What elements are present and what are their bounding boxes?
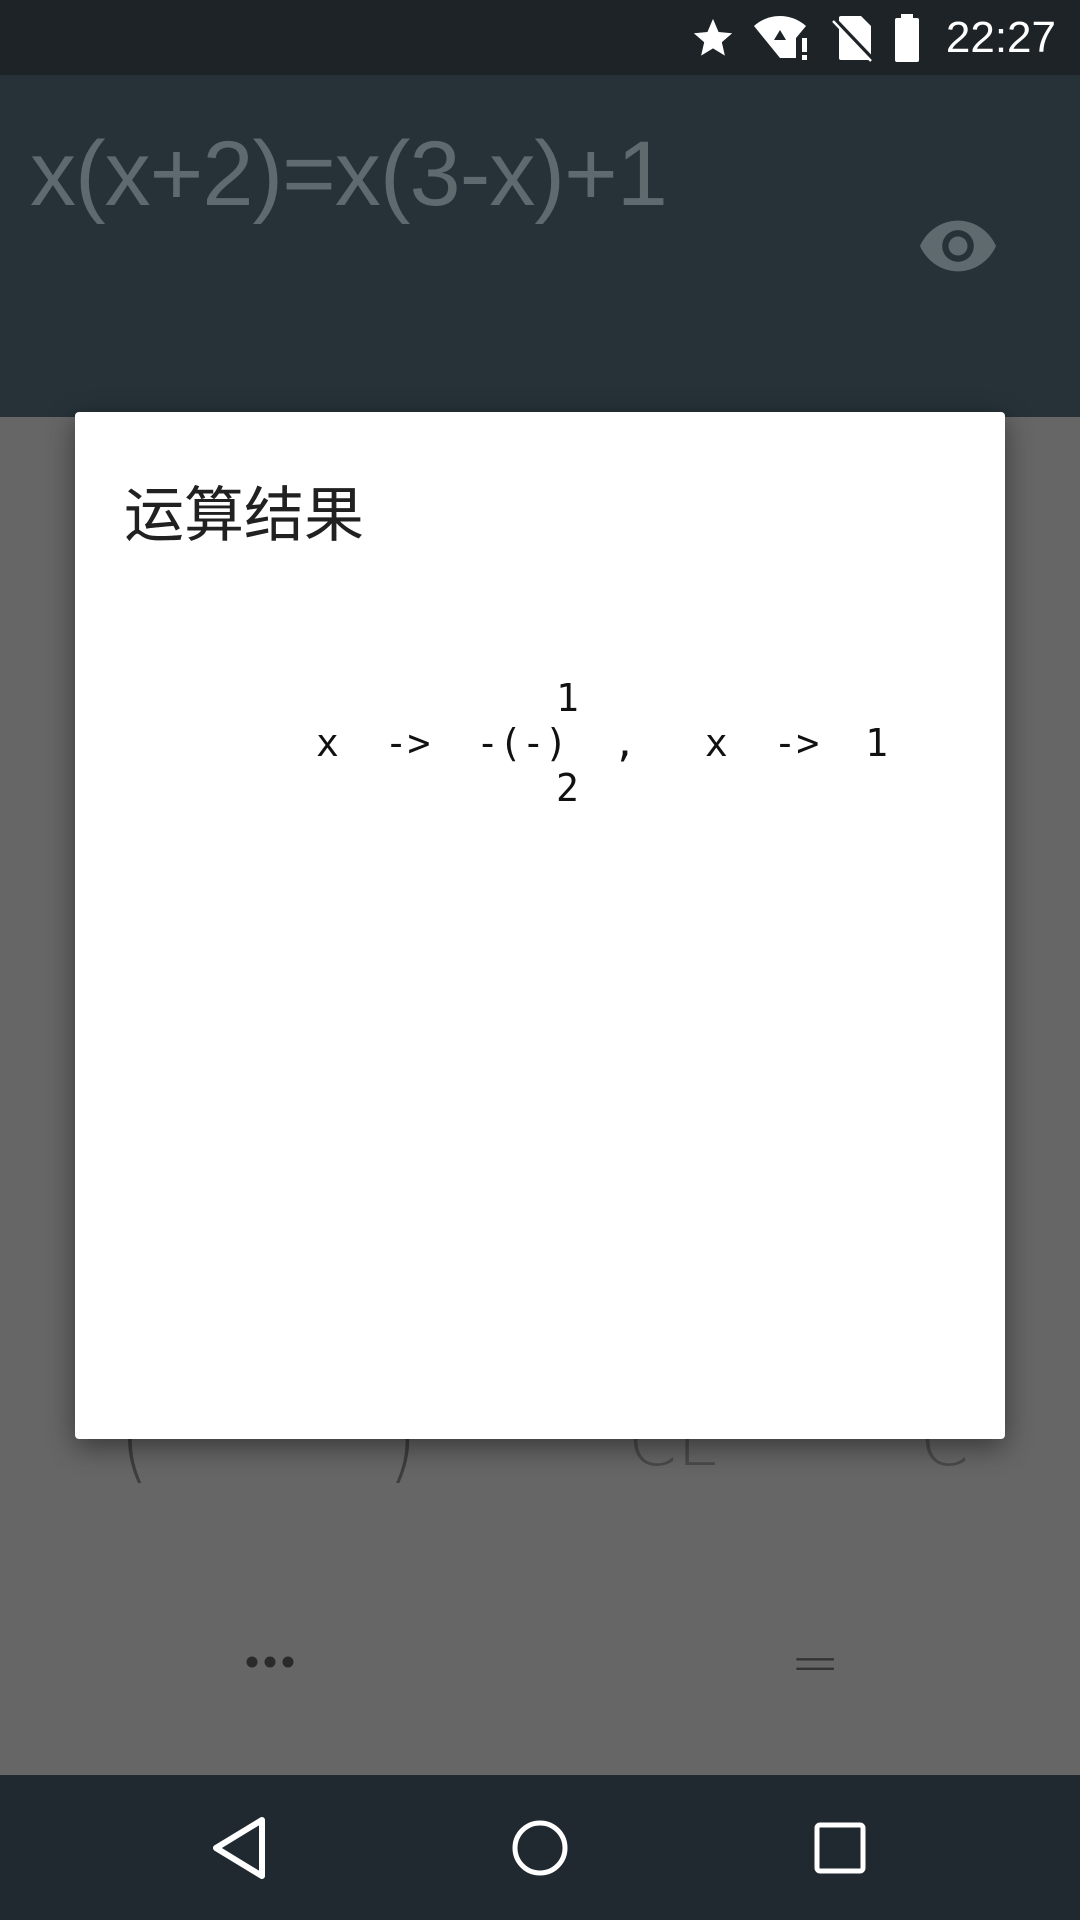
- result-numerator: 1: [556, 676, 579, 720]
- wifi-alert-icon: [753, 15, 807, 60]
- eye-icon[interactable]: [920, 218, 996, 278]
- clock: 22:27: [945, 12, 1056, 62]
- expression-text[interactable]: x(x+2)=x(3-x)+1: [30, 122, 668, 227]
- dialog-title: 运算结果: [124, 481, 364, 551]
- result-main-line: x -> -(-) , x -> 1: [316, 721, 888, 765]
- battery-icon: [894, 13, 919, 62]
- no-sim-icon: [831, 15, 874, 62]
- result-dialog: 运算结果 1 x -> -(-) , x -> 1 2: [75, 412, 1005, 1439]
- home-icon[interactable]: [480, 1775, 600, 1920]
- back-icon[interactable]: [180, 1775, 300, 1920]
- status-icons: 22:27: [690, 0, 1056, 75]
- recent-apps-icon[interactable]: [780, 1775, 900, 1920]
- equals-key[interactable]: =: [790, 1628, 840, 1698]
- navigation-bar: [0, 1775, 1080, 1920]
- star-icon: [693, 18, 733, 56]
- more-horizontal-icon[interactable]: [246, 1652, 294, 1672]
- result-denominator: 2: [556, 766, 579, 810]
- status-bar: 22:27: [0, 0, 1080, 75]
